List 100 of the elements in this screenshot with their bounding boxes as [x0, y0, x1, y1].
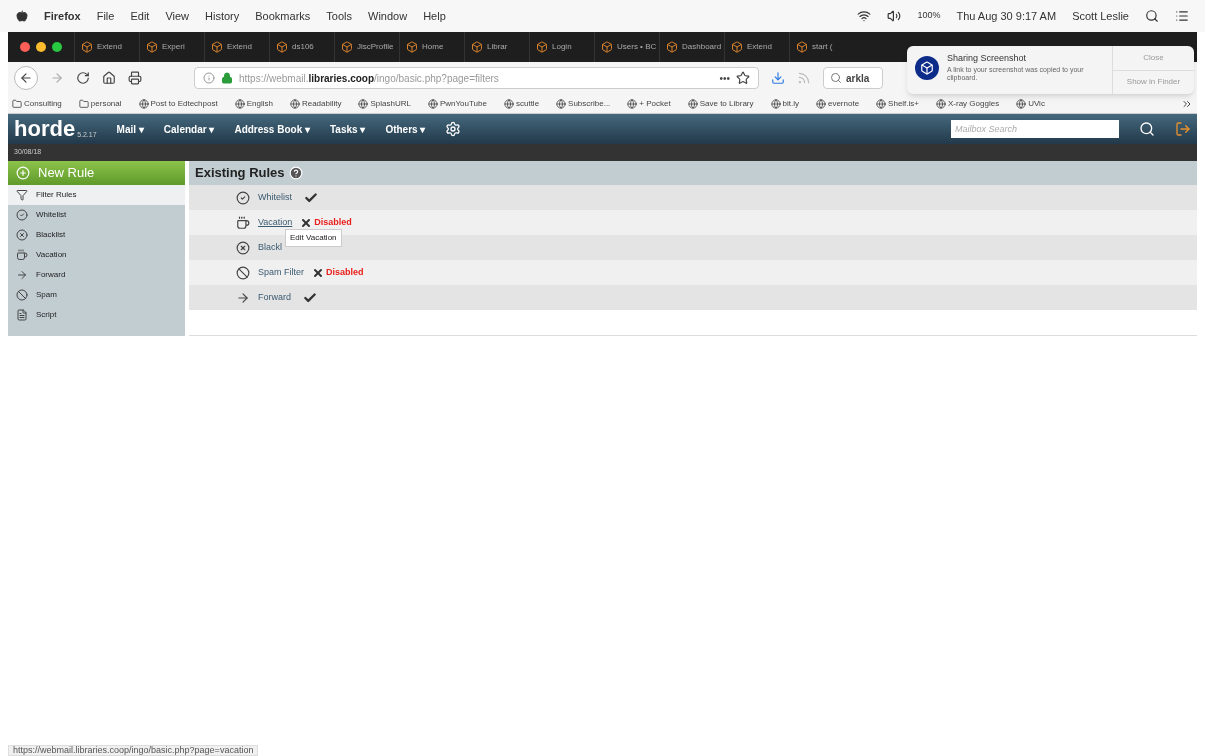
- check-icon[interactable]: [303, 290, 317, 305]
- globe-icon: [687, 98, 698, 109]
- globe-icon: [234, 98, 245, 109]
- search-icon[interactable]: [1139, 121, 1155, 137]
- apple-icon[interactable]: [16, 10, 28, 22]
- back-button[interactable]: [14, 66, 38, 90]
- clock[interactable]: Thu Aug 30 9:17 AM: [956, 7, 1057, 25]
- bookmark[interactable]: evernote: [827, 97, 860, 110]
- bookmark[interactable]: bit.ly: [782, 97, 799, 110]
- rule-link[interactable]: Forward: [258, 290, 291, 305]
- favicon-icon: [406, 41, 418, 53]
- favicon-icon: [146, 41, 158, 53]
- more-button[interactable]: •••: [719, 70, 730, 86]
- search-value: arkla: [846, 71, 870, 86]
- sidebar-item[interactable]: Filter Rules: [8, 185, 185, 205]
- menu-item[interactable]: Bookmarks: [255, 7, 311, 25]
- bookmark[interactable]: Shelf.is+: [888, 97, 919, 110]
- star-icon[interactable]: [736, 71, 750, 85]
- bookmark[interactable]: English: [246, 97, 273, 110]
- home-icon[interactable]: [102, 71, 116, 85]
- menu-item[interactable]: Window: [368, 7, 408, 25]
- bookmark[interactable]: Save to Library: [699, 97, 754, 110]
- favicon-icon: [471, 41, 483, 53]
- search-field[interactable]: arkla: [823, 67, 883, 89]
- bookmark[interactable]: PwnYouTube: [439, 97, 487, 110]
- logout-icon[interactable]: [1175, 121, 1191, 137]
- reload-icon[interactable]: [76, 71, 90, 85]
- menu-item[interactable]: File: [96, 7, 115, 25]
- globe-icon: [503, 98, 514, 109]
- check-circle-icon: [236, 190, 250, 205]
- bookmark[interactable]: Subscribe...: [568, 97, 611, 110]
- sidebar-item[interactable]: Vacation: [8, 245, 185, 265]
- favicon-icon: [796, 41, 808, 53]
- minimize-window-button[interactable]: [36, 42, 46, 52]
- address-bar[interactable]: https://webmail.libraries.coop/ingo/basic.php?page=filters •••: [194, 67, 759, 89]
- globe-icon: [1016, 98, 1027, 109]
- settings-icon[interactable]: [445, 121, 462, 137]
- bookmark[interactable]: Readability: [301, 97, 342, 110]
- x-circle-icon: [236, 240, 250, 255]
- printer-icon[interactable]: [128, 71, 142, 85]
- sidebar-item[interactable]: Forward: [8, 265, 185, 285]
- box-icon: [920, 61, 934, 75]
- horde-menu-item[interactable]: Calendar ▾: [163, 121, 215, 137]
- x-icon[interactable]: [312, 266, 324, 279]
- x-circle-icon: [16, 229, 28, 241]
- check-icon[interactable]: [304, 190, 318, 205]
- favicon-icon: [601, 41, 613, 53]
- disabled-label: Disabled: [326, 265, 364, 279]
- globe-icon: [358, 98, 369, 109]
- bookmark[interactable]: X-ray Goggles: [948, 97, 1000, 110]
- lock-icon[interactable]: [221, 72, 233, 84]
- search-icon: [830, 72, 842, 84]
- sidebar-item[interactable]: Blacklist: [8, 225, 185, 245]
- bookmark[interactable]: personal: [90, 97, 122, 110]
- rule-link[interactable]: Blackl: [258, 240, 282, 255]
- favicon-icon: [211, 41, 223, 53]
- bookmark[interactable]: UVic: [1028, 97, 1045, 110]
- wifi-icon[interactable]: [857, 9, 872, 23]
- horde-menu-item[interactable]: Others ▾: [385, 121, 426, 137]
- horde-menu-item[interactable]: Mail ▾: [116, 121, 144, 137]
- globe-icon: [936, 98, 946, 109]
- x-icon[interactable]: [300, 216, 313, 229]
- favicon-icon: [276, 41, 288, 53]
- sidebar-item[interactable]: Whitelist: [8, 205, 185, 225]
- favicon-icon: [731, 41, 743, 53]
- download-icon[interactable]: [771, 71, 785, 85]
- arrow-right-icon: [16, 269, 28, 281]
- favicon-icon: [341, 41, 353, 53]
- search-icon[interactable]: [1145, 9, 1159, 23]
- rule-link[interactable]: Vacation: [258, 215, 293, 230]
- globe-icon: [138, 98, 149, 109]
- status-url: https://webmail.libraries.coop/ingo/basic.php?page=vacation: [8, 745, 259, 756]
- zoom-window-button[interactable]: [52, 42, 62, 52]
- volume-icon[interactable]: [887, 9, 902, 23]
- app-menu[interactable]: Firefox: [44, 7, 81, 25]
- bookmark[interactable]: + Pocket: [639, 97, 671, 110]
- bookmark[interactable]: Post to Edtechpost: [150, 97, 218, 110]
- favicon-icon: [81, 41, 93, 53]
- bookmark[interactable]: Consulting: [24, 97, 62, 110]
- bookmark[interactable]: SplashURL: [370, 97, 411, 110]
- rule-link[interactable]: Whitelist: [258, 190, 292, 205]
- sidebar-item[interactable]: Spam: [8, 285, 185, 305]
- sidebar-item[interactable]: Script: [8, 305, 185, 325]
- menu-item[interactable]: History: [205, 7, 240, 25]
- user-name[interactable]: Scott Leslie: [1072, 7, 1129, 25]
- menu-item[interactable]: Tools: [326, 7, 352, 25]
- mailbox-search-field[interactable]: Mailbox Search: [951, 120, 1119, 138]
- bookmark[interactable]: scuttle: [515, 97, 540, 110]
- menu-item[interactable]: Edit: [130, 7, 150, 25]
- menu-item[interactable]: Help: [423, 7, 446, 25]
- horde-menu-item[interactable]: Address Book ▾: [234, 121, 310, 137]
- menu-item[interactable]: View: [165, 7, 190, 25]
- close-window-button[interactable]: [20, 42, 30, 52]
- folder-icon: [12, 98, 22, 109]
- rule-link[interactable]: Spam Filter: [258, 265, 304, 280]
- url-text: https://webmail.libraries.coop/ingo/basic.php?page=filters: [239, 71, 500, 86]
- globe-icon: [876, 98, 887, 109]
- list-icon[interactable]: [1175, 9, 1189, 23]
- help-icon[interactable]: [288, 166, 303, 180]
- horde-menu-item[interactable]: Tasks ▾: [330, 121, 366, 137]
